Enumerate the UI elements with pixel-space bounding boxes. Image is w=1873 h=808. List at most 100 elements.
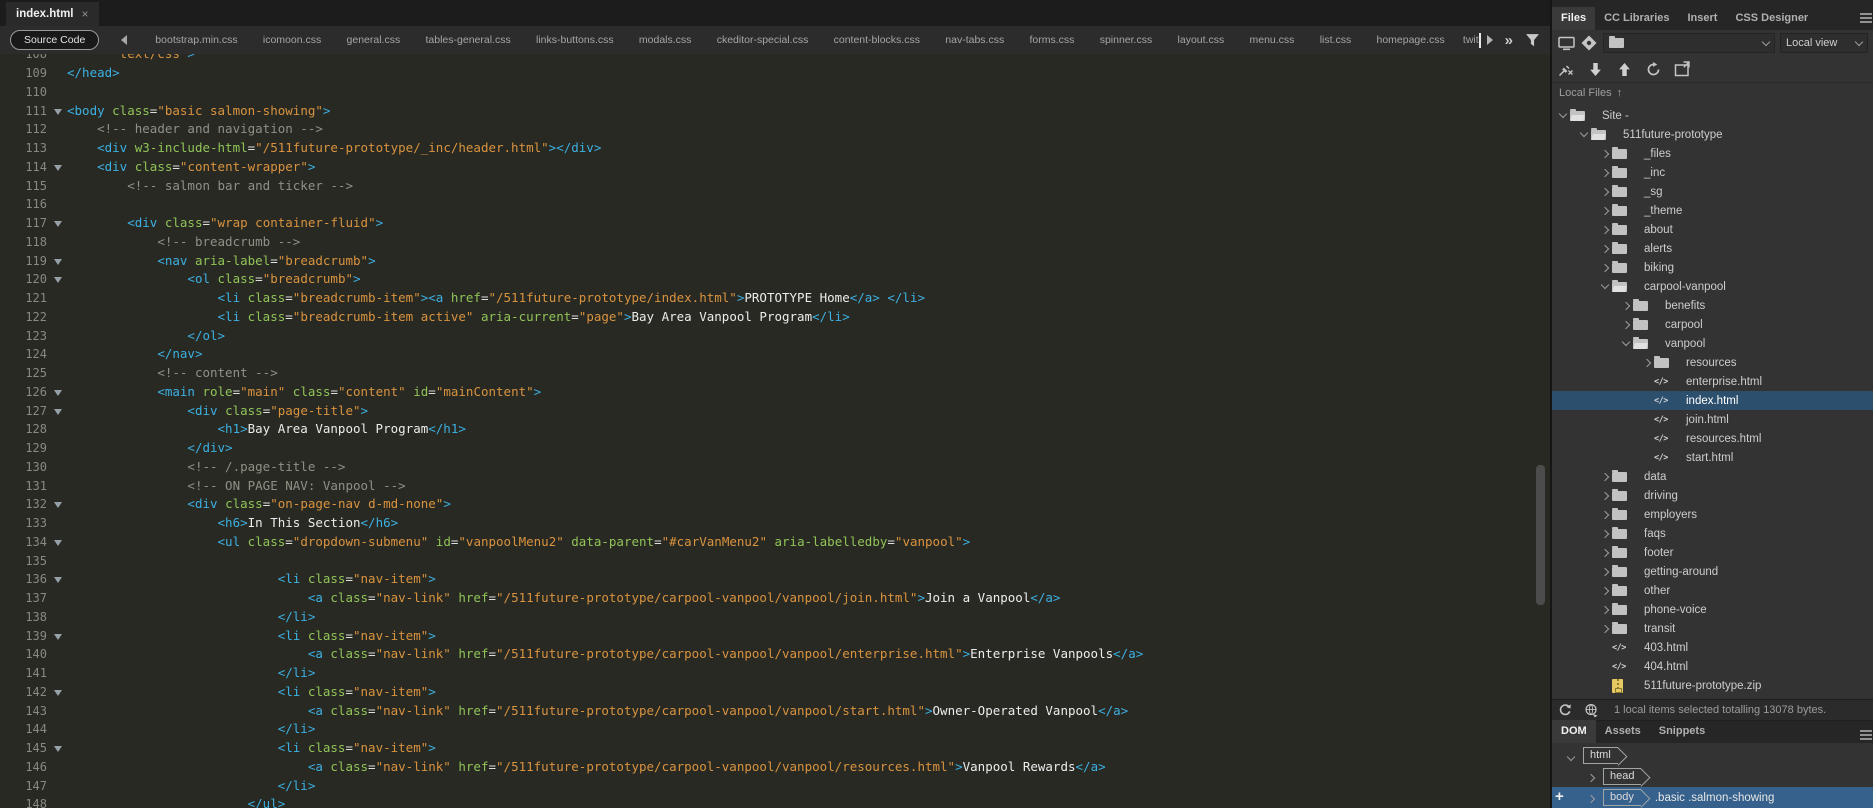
chevron-collapsed-icon[interactable] <box>1640 358 1654 367</box>
code-line-112[interactable]: 112 <!-- header and navigation --> <box>0 120 1538 139</box>
fold-arrow-icon[interactable] <box>54 689 62 696</box>
code-line-113[interactable]: 113 <div w3-include-html="/511future-pro… <box>0 139 1538 158</box>
dom-node-html[interactable]: html <box>1552 745 1873 766</box>
code-line-126[interactable]: 126 <main role="main" class="content" id… <box>0 383 1538 402</box>
file-tree-item-start.html[interactable]: </> start.html <box>1552 448 1873 467</box>
code-line-139[interactable]: 139 <li class="nav-item"> <box>0 627 1538 646</box>
related-file-forms.css[interactable]: forms.css <box>1030 34 1075 46</box>
file-tree-item-footer[interactable]: footer <box>1552 543 1873 562</box>
chevron-collapsed-icon[interactable] <box>1619 301 1633 310</box>
code-line-142[interactable]: 142 <li class="nav-item"> <box>0 683 1538 702</box>
file-tree-item-Site--[interactable]: Site - <box>1552 106 1873 125</box>
code-line-137[interactable]: 137 <a class="nav-link" href="/511future… <box>0 589 1538 608</box>
code-line-114[interactable]: 114 <div class="content-wrapper"> <box>0 158 1538 177</box>
file-tree-item-benefits[interactable]: benefits <box>1552 296 1873 315</box>
put-files-icon[interactable] <box>1615 61 1633 77</box>
file-tree-item-carpool-vanpool[interactable]: carpool-vanpool <box>1552 277 1873 296</box>
code-line-143[interactable]: 143 <a class="nav-link" href="/511future… <box>0 702 1538 721</box>
fold-arrow-icon[interactable] <box>54 502 62 509</box>
related-file-icomoon.css[interactable]: icomoon.css <box>263 34 321 46</box>
fold-gutter[interactable] <box>47 252 67 271</box>
related-file-spinner.css[interactable]: spinner.css <box>1100 34 1153 46</box>
fold-arrow-icon[interactable] <box>54 258 62 265</box>
fold-gutter[interactable] <box>47 739 67 758</box>
file-tree-item-resources.html[interactable]: </> resources.html <box>1552 429 1873 448</box>
code-line-145[interactable]: 145 <li class="nav-item"> <box>0 739 1538 758</box>
fold-gutter[interactable] <box>47 214 67 233</box>
code-line-147[interactable]: 147 </li> <box>0 777 1538 796</box>
chevron-collapsed-icon[interactable] <box>1586 789 1596 807</box>
code-line-121[interactable]: 121 <li class="breadcrumb-item"><a href=… <box>0 289 1538 308</box>
code-line-144[interactable]: 144 </li> <box>0 720 1538 739</box>
code-line-125[interactable]: 125 <!-- content --> <box>0 364 1538 383</box>
file-tree-item-driving[interactable]: driving <box>1552 486 1873 505</box>
dom-node-body[interactable]: + body .basic .salmon-showing <box>1552 787 1873 808</box>
file-tree-item-404.html[interactable]: </> 404.html <box>1552 657 1873 676</box>
dom-tag-pill[interactable]: body <box>1603 789 1641 806</box>
code-line-132[interactable]: 132 <div class="on-page-nav d-md-none"> <box>0 495 1538 514</box>
fold-arrow-icon[interactable] <box>54 539 62 546</box>
connect-icon[interactable] <box>1557 61 1575 77</box>
chevron-expanded-icon[interactable] <box>1566 747 1576 765</box>
code-line-127[interactable]: 127 <div class="page-title"> <box>0 402 1538 421</box>
code-line-130[interactable]: 130 <!-- /.page-title --> <box>0 458 1538 477</box>
chevron-collapsed-icon[interactable] <box>1598 586 1612 595</box>
code-line-118[interactable]: 118 <!-- breadcrumb --> <box>0 233 1538 252</box>
panel-menu-icon[interactable] <box>1860 727 1872 740</box>
code-line-120[interactable]: 120 <ol class="breadcrumb"> <box>0 270 1538 289</box>
code-view[interactable]: 108 "text/css"> 109 </head> 110 111 <body cla… <box>0 54 1538 808</box>
code-line-134[interactable]: 134 <ul class="dropdown-submenu" id="van… <box>0 533 1538 552</box>
file-tree-item-511future-prototype.zip[interactable]: 511future-prototype.zip <box>1552 676 1873 695</box>
code-line-111[interactable]: 111 <body class="basic salmon-showing"> <box>0 102 1538 121</box>
file-tree-item-join.html[interactable]: </> join.html <box>1552 410 1873 429</box>
panel-tab-css-designer[interactable]: CSS Designer <box>1726 7 1817 30</box>
filter-icon[interactable] <box>1525 33 1540 48</box>
chevron-collapsed-icon[interactable] <box>1598 263 1612 272</box>
chevron-collapsed-icon[interactable] <box>1598 624 1612 633</box>
fold-gutter[interactable] <box>47 570 67 589</box>
dom-tag-pill[interactable]: head <box>1603 768 1642 785</box>
site-manage-icon[interactable] <box>1580 35 1598 51</box>
get-files-icon[interactable] <box>1586 61 1604 77</box>
expand-panel-icon[interactable] <box>1673 61 1691 77</box>
chevron-collapsed-icon[interactable] <box>1598 510 1612 519</box>
code-line-133[interactable]: 133 <h6>In This Section</h6> <box>0 514 1538 533</box>
fold-arrow-icon[interactable] <box>54 277 62 284</box>
fold-arrow-icon[interactable] <box>54 746 62 752</box>
file-tree-item-_files[interactable]: _files <box>1552 144 1873 163</box>
chevron-collapsed-icon[interactable] <box>1598 206 1612 215</box>
file-tree-item-vanpool[interactable]: vanpool <box>1552 334 1873 353</box>
file-tree-item-other[interactable]: other <box>1552 581 1873 600</box>
add-element-icon[interactable]: + <box>1555 788 1564 805</box>
related-file-homepage.css[interactable]: homepage.css <box>1376 34 1444 46</box>
chevron-collapsed-icon[interactable] <box>1598 472 1612 481</box>
panel-tab-snippets[interactable]: Snippets <box>1650 720 1714 743</box>
code-line-140[interactable]: 140 <a class="nav-link" href="/511future… <box>0 645 1538 664</box>
chevron-collapsed-icon[interactable] <box>1598 225 1612 234</box>
chevron-collapsed-icon[interactable] <box>1598 187 1612 196</box>
fold-arrow-icon[interactable] <box>54 221 62 227</box>
panel-tab-dom[interactable]: DOM <box>1552 720 1596 743</box>
scroll-right-icon[interactable] <box>1486 35 1493 45</box>
chevron-collapsed-icon[interactable] <box>1598 149 1612 158</box>
chevron-collapsed-icon[interactable] <box>1598 244 1612 253</box>
chevron-collapsed-icon[interactable] <box>1598 168 1612 177</box>
fold-gutter[interactable] <box>47 158 67 177</box>
code-line-115[interactable]: 115 <!-- salmon bar and ticker --> <box>0 177 1538 196</box>
tab-index-html[interactable]: index.html × <box>6 2 99 26</box>
panel-tab-insert[interactable]: Insert <box>1679 7 1727 30</box>
code-line-135[interactable]: 135 <box>0 552 1538 571</box>
file-tree-item-alerts[interactable]: alerts <box>1552 239 1873 258</box>
fold-arrow-icon[interactable] <box>54 408 62 415</box>
view-mode-dropdown[interactable]: Local view <box>1780 33 1868 53</box>
refresh-icon[interactable] <box>1644 61 1662 77</box>
fold-arrow-icon[interactable] <box>54 577 62 584</box>
code-line-117[interactable]: 117 <div class="wrap container-fluid"> <box>0 214 1538 233</box>
code-line-109[interactable]: 109 </head> <box>0 64 1538 83</box>
fold-arrow-icon[interactable] <box>54 108 62 115</box>
file-tree-item-employers[interactable]: employers <box>1552 505 1873 524</box>
panel-tab-files[interactable]: Files <box>1552 7 1596 30</box>
chevron-collapsed-icon[interactable] <box>1598 548 1612 557</box>
file-tree-item-403.html[interactable]: </> 403.html <box>1552 638 1873 657</box>
code-line-138[interactable]: 138 </li> <box>0 608 1538 627</box>
